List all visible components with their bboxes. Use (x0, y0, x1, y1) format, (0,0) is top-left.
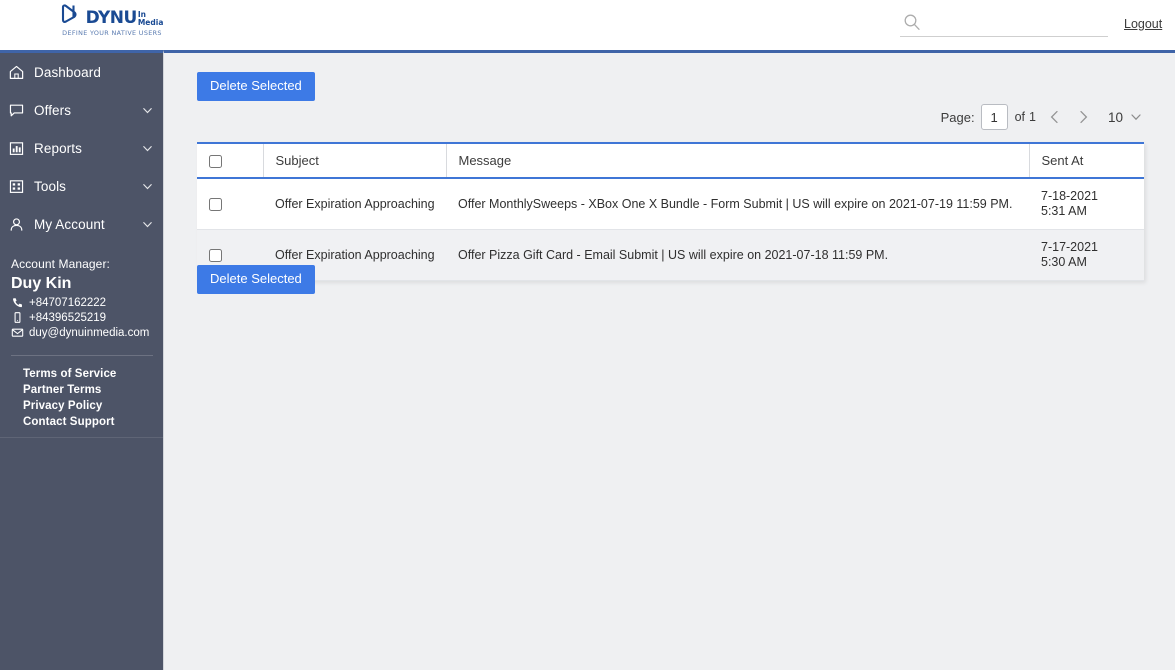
table-header: Subject Message Sent At (197, 141, 1144, 180)
footer-link-partner-terms[interactable]: Partner Terms (11, 382, 153, 398)
account-manager-email-row[interactable]: duy@dynuinmedia.com (11, 326, 153, 339)
messages-table: Subject Message Sent At Offer Expiration… (197, 141, 1144, 282)
sidebar-item-label: My Account (34, 216, 105, 232)
sidebar-divider (11, 355, 153, 356)
sidebar-item-my-account[interactable]: My Account (0, 205, 163, 243)
pagination-controls: Page: of 1 10 (941, 104, 1143, 130)
footer-link-privacy-policy[interactable]: Privacy Policy (11, 398, 153, 414)
chevron-down-icon[interactable] (141, 180, 154, 193)
bar-chart-icon (8, 140, 25, 157)
column-header-sent-at[interactable]: Sent At (1029, 141, 1144, 180)
row-checkbox[interactable] (209, 249, 222, 263)
logo-tagline: DEFINE YOUR NATIVE USERS (62, 29, 162, 37)
page-of-label: of (1014, 110, 1026, 124)
sidebar-item-label: Reports (34, 140, 82, 156)
envelope-icon (11, 326, 24, 339)
sidebar-item-label: Offers (34, 102, 72, 118)
footer-link-contact-support[interactable]: Contact Support (11, 414, 153, 430)
phone-icon (11, 296, 24, 309)
table-row[interactable]: Offer Expiration Approaching Offer Month… (197, 178, 1144, 231)
delete-selected-button-bottom[interactable]: Delete Selected (197, 265, 315, 294)
chevron-down-icon[interactable] (1129, 110, 1143, 124)
home-icon (8, 64, 25, 81)
row-message: Offer Pizza Gift Card - Email Submit | U… (446, 229, 1029, 282)
sidebar-item-dashboard[interactable]: Dashboard (0, 53, 163, 91)
chevron-down-icon[interactable] (141, 104, 154, 117)
row-sent-at: 7-18-2021 5:31 AM (1029, 178, 1144, 231)
footer-link-terms-of-service[interactable]: Terms of Service (11, 366, 153, 382)
rows-per-page-value: 10 (1107, 109, 1123, 125)
account-manager-phone-row[interactable]: +84707162222 (11, 296, 153, 309)
main-content: Delete Selected Page: of 1 10 (163, 50, 1175, 670)
sidebar: Dashboard Offers Reports Tools My Accoun… (0, 50, 163, 670)
account-manager-title: Account Manager: (11, 257, 110, 271)
table-body: Offer Expiration Approaching Offer Month… (197, 178, 1144, 282)
sidebar-item-offers[interactable]: Offers (0, 91, 163, 129)
chevron-down-icon[interactable] (141, 142, 154, 155)
mobile-phone-icon (11, 311, 24, 324)
top-header-bar: DYNU In Media DEFINE YOUR NATIVE USERS L… (0, 0, 1175, 50)
brand-logo[interactable]: DYNU In Media DEFINE YOUR NATIVE USERS (61, 4, 164, 37)
column-header-message[interactable]: Message (446, 141, 1030, 180)
sidebar-item-label: Tools (34, 178, 67, 194)
next-page-icon[interactable] (1074, 108, 1092, 126)
grid-icon (8, 178, 25, 195)
logo-sub-media: Media (137, 18, 164, 27)
row-select-cell (197, 178, 263, 231)
user-icon (8, 216, 25, 233)
table-row[interactable]: Offer Expiration Approaching Offer Pizza… (197, 229, 1144, 282)
previous-page-icon[interactable] (1046, 108, 1064, 126)
row-sent-at: 7-17-2021 5:30 AM (1029, 229, 1144, 282)
row-sent-time: 5:30 AM (1041, 255, 1087, 270)
row-sent-date: 7-17-2021 (1041, 240, 1098, 255)
search-input[interactable] (925, 13, 1108, 31)
account-manager-mobile: +84396525219 (29, 311, 107, 324)
row-sent-time: 5:31 AM (1041, 204, 1087, 219)
account-manager-block: Account Manager: Duy Kin +84707162222 +8… (0, 243, 163, 430)
messages-table-wrapper: Subject Message Sent At Offer Expiration… (197, 141, 1144, 282)
chevron-down-icon[interactable] (141, 218, 154, 231)
table-header-row: Subject Message Sent At (197, 141, 1144, 180)
logo-wordmark: DYNU (85, 8, 138, 28)
select-all-header (197, 141, 264, 180)
select-all-checkbox[interactable] (209, 155, 222, 169)
row-checkbox[interactable] (209, 198, 222, 212)
account-manager-phone: +84707162222 (29, 296, 107, 309)
row-sent-date: 7-18-2021 (1041, 189, 1098, 204)
logout-link[interactable]: Logout (1124, 17, 1162, 31)
sidebar-item-tools[interactable]: Tools (0, 167, 163, 205)
message-icon (8, 102, 25, 119)
rows-per-page-select[interactable]: 10 (1108, 110, 1143, 125)
page-label: Page: (940, 109, 975, 125)
page-number-input[interactable] (980, 104, 1008, 130)
row-subject: Offer Expiration Approaching (263, 178, 446, 231)
account-manager-name: Duy Kin (11, 275, 72, 292)
column-header-subject[interactable]: Subject (263, 141, 447, 180)
dynu-logo-mark-icon (61, 4, 85, 28)
delete-selected-button-top[interactable]: Delete Selected (197, 72, 315, 101)
account-manager-email: duy@dynuinmedia.com (29, 326, 150, 339)
sidebar-lower-panel (0, 437, 163, 670)
account-manager-mobile-row[interactable]: +84396525219 (11, 311, 153, 324)
search-box[interactable] (900, 8, 1108, 37)
row-message: Offer MonthlySweeps - XBox One X Bundle … (446, 178, 1029, 231)
sidebar-item-reports[interactable]: Reports (0, 129, 163, 167)
sidebar-item-label: Dashboard (34, 64, 101, 80)
search-icon[interactable] (903, 13, 921, 31)
total-pages: 1 (1029, 110, 1036, 124)
